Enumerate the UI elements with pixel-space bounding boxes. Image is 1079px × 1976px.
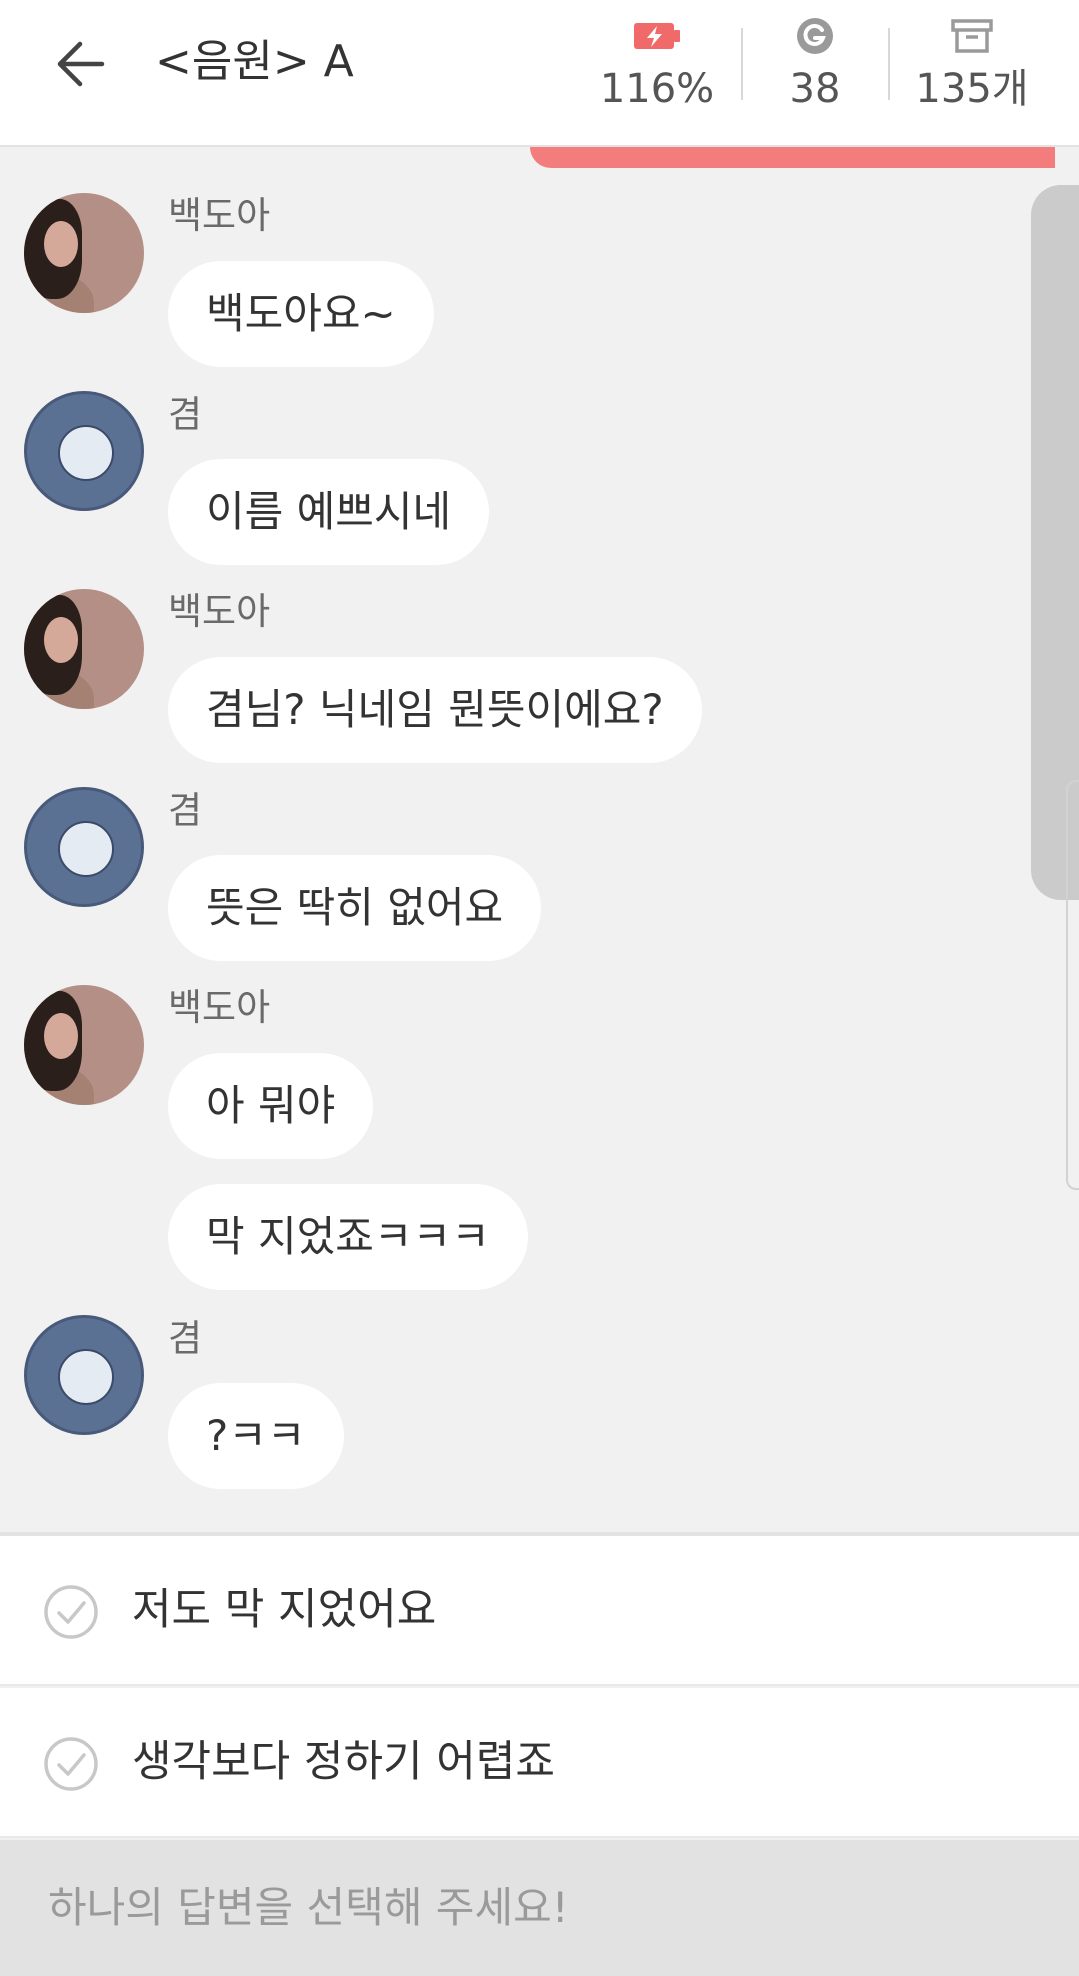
avatar[interactable]	[24, 391, 144, 511]
reply-option-label: 저도 막 지었어요	[132, 1585, 437, 1635]
battery-stat[interactable]: 116%	[592, 16, 722, 116]
back-arrow-icon[interactable]	[50, 32, 114, 96]
top-bar: <음원> A 116% 38 135개	[0, 0, 1079, 147]
check-circle-icon	[44, 1737, 98, 1791]
answer-prompt: 하나의 답변을 선택해 주세요!	[48, 1883, 569, 1932]
archive-count: 135개	[915, 66, 1029, 112]
side-panel-edge[interactable]	[1066, 780, 1079, 1190]
sender-name: 백도아	[168, 194, 271, 237]
archive-box-icon	[951, 19, 993, 53]
avatar[interactable]	[24, 787, 144, 907]
message-bubble: 백도아요~	[168, 261, 434, 367]
avatar[interactable]	[24, 1315, 144, 1435]
avatar[interactable]	[24, 193, 144, 313]
message-bubble: 아 뭐야	[168, 1053, 374, 1159]
stat-divider	[741, 28, 743, 100]
sender-name: 겸	[168, 1317, 203, 1360]
coin-value: 38	[789, 66, 841, 112]
stat-divider	[888, 28, 890, 100]
answer-prompt-bar: 하나의 답변을 선택해 주세요!	[0, 1840, 1079, 1976]
battery-value: 116%	[599, 66, 715, 112]
message-bubble: 겸님? 닉네임 뭔뜻이에요?	[168, 657, 702, 763]
progress-strip	[530, 147, 1055, 168]
message-bubble: 막 지었죠ㅋㅋㅋ	[168, 1184, 528, 1290]
reply-option-label: 생각보다 정하기 어렵죠	[132, 1737, 555, 1787]
g-coin-icon	[797, 18, 833, 54]
avatar[interactable]	[24, 985, 144, 1105]
avatar[interactable]	[24, 589, 144, 709]
sender-name: 겸	[168, 393, 203, 436]
message-bubble: 이름 예쁘시네	[168, 459, 490, 565]
sender-name: 백도아	[168, 590, 271, 633]
coin-stat[interactable]: 38	[750, 16, 880, 116]
reply-option[interactable]: 저도 막 지었어요	[0, 1536, 1079, 1686]
reply-option[interactable]: 생각보다 정하기 어렵죠	[0, 1688, 1079, 1838]
message-bubble: ?ㅋㅋ	[168, 1383, 344, 1489]
battery-charging-icon	[634, 23, 680, 49]
sender-name: 백도아	[168, 986, 271, 1029]
archive-stat[interactable]: 135개	[907, 16, 1037, 116]
check-circle-icon	[44, 1585, 98, 1639]
sender-name: 겸	[168, 789, 203, 832]
chat-title: <음원> A	[155, 36, 354, 87]
message-bubble: 뜻은 딱히 없어요	[168, 855, 542, 961]
